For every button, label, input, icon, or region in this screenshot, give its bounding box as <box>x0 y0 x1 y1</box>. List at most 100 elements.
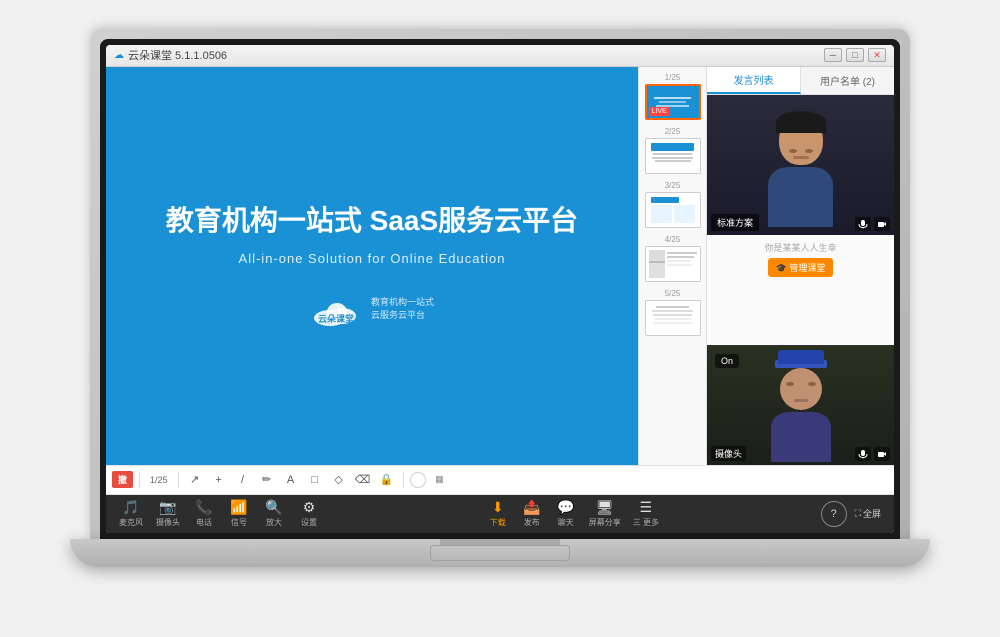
video-controls-1[interactable] <box>855 217 890 231</box>
signal-icon: 📶 <box>230 499 247 516</box>
thumb-5-number: 5/25 <box>665 289 681 298</box>
mic-icon: 🎵 <box>122 499 139 516</box>
zoom-button[interactable]: 🔍 放大 <box>258 496 290 531</box>
video-feed-bottom: On 摄像头 <box>707 345 894 465</box>
minimize-button[interactable]: ─ <box>824 48 842 62</box>
chat-message-area: 你是某某人人生幸 🎓 管理课堂 <box>707 235 894 345</box>
fullscreen-label: 全屏 <box>863 507 881 520</box>
thumbnail-1[interactable]: 1/25 LIVE <box>639 71 706 122</box>
download-label: 下载 <box>490 517 506 528</box>
thumbnail-2[interactable]: 2/25 <box>639 125 706 176</box>
tool-rect[interactable]: □ <box>305 470 325 490</box>
toolbar-right: ? ⛶ 全屏 <box>821 501 886 527</box>
help-button[interactable]: ? <box>821 501 847 527</box>
more-icon: ☰ <box>640 499 653 516</box>
thumbnail-sidebar: 1/25 LIVE <box>638 67 706 465</box>
right-panel-tabs: 发言列表 用户名单 (2) <box>707 67 894 95</box>
settings-button[interactable]: ⚙ 设置 <box>293 496 325 531</box>
tab-speaker-list[interactable]: 发言列表 <box>707 67 801 94</box>
download-button[interactable]: ⬇ 下载 <box>482 496 514 531</box>
tool-pen[interactable]: ✏ <box>257 470 277 490</box>
separator-3 <box>403 472 404 488</box>
video-ctrl-cam-1[interactable] <box>874 217 890 231</box>
on-badge: On <box>715 354 739 368</box>
publish-icon: 📤 <box>523 499 540 516</box>
download-icon: ⬇ <box>492 499 504 516</box>
thumb-4-slide[interactable] <box>645 246 701 282</box>
phone-button[interactable]: 📞 电话 <box>188 496 220 531</box>
thumbnail-3[interactable]: 3/25 <box>639 179 706 230</box>
camera-button[interactable]: 📷 摄像头 <box>151 496 185 531</box>
drawing-toolbar: 撤 1/25 ↗ + / ✏ A □ ◇ ⌫ 🔒 ▦ <box>106 465 894 495</box>
video-ctrl-mic-2[interactable] <box>855 447 871 461</box>
video-ctrl-cam-2[interactable] <box>874 447 890 461</box>
logo-group: 云朵课堂 教育机构一站式 云服务云平台 <box>310 296 434 328</box>
camera-icon: 📷 <box>159 499 176 516</box>
video-controls-2[interactable] <box>855 447 890 461</box>
chat-label: 聊天 <box>558 517 574 528</box>
slide-counter: 1/25 <box>146 475 172 485</box>
zoom-icon: 🔍 <box>265 499 282 516</box>
more-label: 三 更多 <box>633 517 659 528</box>
laptop-base <box>70 539 930 567</box>
tool-add[interactable]: + <box>209 470 229 490</box>
toolbar-left: 🎵 麦克风 📷 摄像头 📞 电话 📶 信 <box>114 496 325 531</box>
thumbnail-5[interactable]: 5/25 <box>639 287 706 338</box>
thumb-4-number: 4/25 <box>665 235 681 244</box>
draw-extra[interactable]: ▦ <box>430 470 450 490</box>
tool-eraser[interactable]: ⌫ <box>353 470 373 490</box>
thumb-5-slide[interactable] <box>645 300 701 336</box>
signal-button[interactable]: 📶 信号 <box>223 496 255 531</box>
undo-button[interactable]: 撤 <box>112 471 133 488</box>
chat-icon: 💬 <box>557 499 574 516</box>
screen-share-button[interactable]: 🖥 屏幕分享 <box>584 496 626 531</box>
laptop-screen-outer: ☁ 云朵课堂 5.1.1.0506 ─ □ ✕ 教育机构一站式 <box>90 29 910 539</box>
thumb-1-slide[interactable]: LIVE <box>645 84 701 120</box>
tool-cursor[interactable]: ↗ <box>185 470 205 490</box>
tool-line[interactable]: / <box>233 470 253 490</box>
slide-subtitle: All-in-one Solution for Online Education <box>166 251 578 266</box>
screen-share-icon: 🖥 <box>596 499 614 516</box>
mic-button[interactable]: 🎵 麦克风 <box>114 496 148 531</box>
publish-label: 发布 <box>524 517 540 528</box>
more-button[interactable]: ☰ 三 更多 <box>628 496 664 531</box>
tool-color-white[interactable] <box>410 472 426 488</box>
main-toolbar: 🎵 麦克风 📷 摄像头 📞 电话 📶 信 <box>106 495 894 533</box>
video-ctrl-mic-1[interactable] <box>855 217 871 231</box>
thumb-2-number: 2/25 <box>665 127 681 136</box>
tool-diamond[interactable]: ◇ <box>329 470 349 490</box>
phone-label: 电话 <box>196 517 212 528</box>
maximize-button[interactable]: □ <box>846 48 864 62</box>
laptop-wrapper: ☁ 云朵课堂 5.1.1.0506 ─ □ ✕ 教育机构一站式 <box>70 29 930 609</box>
separator-1 <box>139 472 140 488</box>
app-title: 云朵课堂 5.1.1.0506 <box>128 47 227 63</box>
tool-lock[interactable]: 🔒 <box>377 470 397 490</box>
settings-label: 设置 <box>301 517 317 528</box>
logo-svg: 云朵课堂 <box>310 296 365 328</box>
title-bar: ☁ 云朵课堂 5.1.1.0506 ─ □ ✕ <box>106 45 894 67</box>
title-bar-left: ☁ 云朵课堂 5.1.1.0506 <box>114 47 227 63</box>
manage-icon: 🎓 <box>776 263 790 273</box>
thumb-2-slide[interactable] <box>645 138 701 174</box>
thumb-1-number: 1/25 <box>665 73 681 82</box>
zoom-label: 放大 <box>266 517 282 528</box>
screen-share-label: 屏幕分享 <box>589 517 621 528</box>
thumb-3-slide[interactable] <box>645 192 701 228</box>
video-name-tag-1: 标准方案 <box>711 214 759 231</box>
close-button[interactable]: ✕ <box>868 48 886 62</box>
tool-text[interactable]: A <box>281 470 301 490</box>
thumbnail-4[interactable]: 4/25 <box>639 233 706 284</box>
tab-user-list[interactable]: 用户名单 (2) <box>801 67 894 94</box>
title-bar-controls[interactable]: ─ □ ✕ <box>824 48 886 62</box>
laptop-touchpad <box>430 545 570 561</box>
thumb-live-badge: LIVE <box>649 107 670 116</box>
chat-system-msg: 你是某某人人生幸 <box>713 241 888 254</box>
fullscreen-button[interactable]: ⛶ 全屏 <box>850 504 886 523</box>
publish-button[interactable]: 📤 发布 <box>516 496 548 531</box>
toolbar-center: ⬇ 下载 📤 发布 💬 聊天 🖥 屏幕分享 <box>482 496 664 531</box>
chat-button[interactable]: 💬 聊天 <box>550 496 582 531</box>
right-panel: 发言列表 用户名单 (2) <box>706 67 894 465</box>
help-icon: ? <box>831 508 837 520</box>
manage-class-button[interactable]: 🎓 管理课堂 <box>768 258 834 277</box>
presentation-area: 教育机构一站式 SaaS服务云平台 All-in-one Solution fo… <box>106 67 638 465</box>
